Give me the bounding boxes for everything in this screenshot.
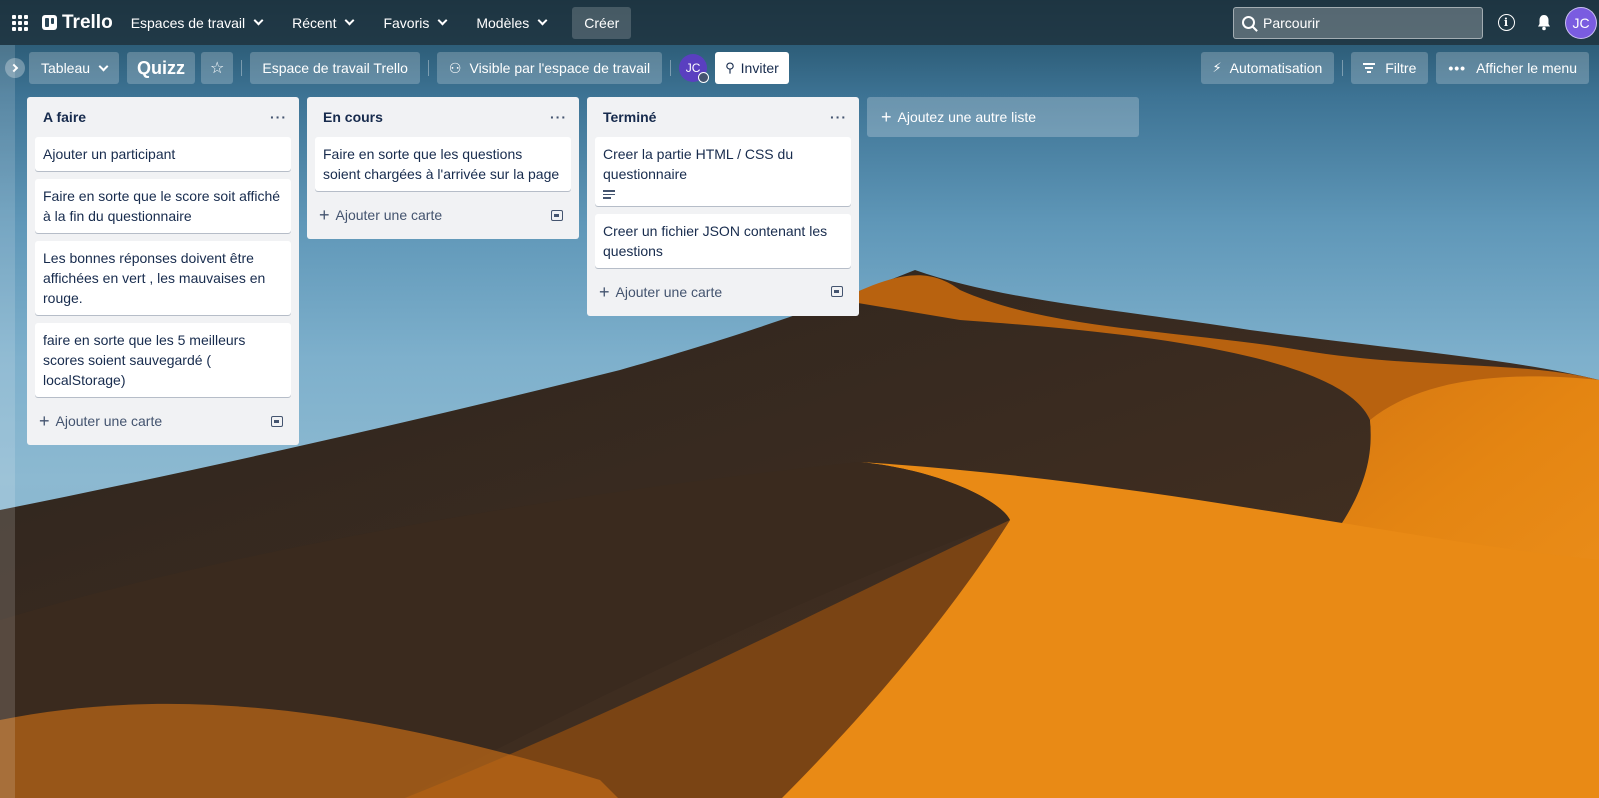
- trello-logo-icon: [42, 15, 57, 30]
- chevron-right-icon: [9, 63, 19, 73]
- add-card-row: + Ajouter une carte: [595, 276, 851, 308]
- bell-icon: [1538, 15, 1550, 31]
- plus-icon: +: [319, 205, 330, 225]
- notifications-button[interactable]: [1529, 8, 1559, 38]
- info-button[interactable]: i: [1491, 8, 1521, 38]
- bolt-icon: ⚡: [1212, 60, 1222, 75]
- card-title: Creer la partie HTML / CSS du questionna…: [603, 146, 794, 182]
- nav-workspaces-label: Espaces de travail: [130, 14, 246, 31]
- add-card-label: Ajouter une carte: [615, 283, 723, 300]
- search-input[interactable]: Parcourir: [1233, 6, 1483, 39]
- card[interactable]: faire en sorte que les 5 meilleurs score…: [35, 323, 291, 397]
- chevron-down-icon: [437, 15, 448, 26]
- list-header: A faire ···: [35, 97, 291, 137]
- top-header: Trello Espaces de travail Récent Favoris…: [0, 0, 1599, 45]
- show-menu-button[interactable]: ••• Afficher le menu: [1436, 52, 1589, 84]
- search-icon: [1242, 16, 1255, 29]
- account-avatar[interactable]: JC: [1565, 6, 1597, 39]
- list-menu-icon[interactable]: ···: [270, 109, 287, 125]
- list-title[interactable]: Terminé: [603, 109, 656, 125]
- card[interactable]: Faire en sorte que les questions soient …: [315, 137, 571, 191]
- apps-grid-icon[interactable]: [10, 13, 30, 33]
- board-title[interactable]: Quizz: [127, 52, 196, 84]
- list-menu-icon[interactable]: ···: [550, 109, 567, 125]
- add-card-label: Ajouter une carte: [335, 207, 443, 223]
- filter-icon: [1363, 63, 1376, 73]
- chevron-down-icon: [537, 15, 548, 26]
- board-header-right: ⚡ Automatisation Filtre ••• Afficher le …: [1200, 52, 1589, 84]
- divider: [670, 60, 672, 76]
- trello-logo[interactable]: Trello: [42, 12, 113, 34]
- divider: [1342, 60, 1344, 76]
- workspace-button[interactable]: Espace de travail Trello: [250, 52, 420, 84]
- nav-templates[interactable]: Modèles: [464, 7, 558, 39]
- plus-icon: +: [881, 107, 892, 127]
- add-card-row: + Ajouter une carte: [315, 199, 571, 231]
- info-icon: i: [1497, 14, 1515, 31]
- person-add-icon: ⚲: [725, 60, 735, 75]
- filter-button[interactable]: Filtre: [1351, 52, 1429, 84]
- invite-button[interactable]: ⚲ Inviter: [715, 52, 789, 84]
- divider: [427, 60, 429, 76]
- list-title[interactable]: En cours: [323, 109, 383, 125]
- nav-recent-label: Récent: [292, 14, 337, 31]
- people-icon: ⚇: [448, 59, 462, 76]
- list-done: Terminé ··· Creer la partie HTML / CSS d…: [587, 97, 859, 316]
- more-dots-icon: •••: [1448, 60, 1467, 76]
- add-card-button[interactable]: + Ajouter une carte: [39, 412, 162, 430]
- sidebar-expand-button[interactable]: [5, 58, 25, 78]
- star-icon: ☆: [210, 60, 225, 77]
- card[interactable]: Les bonnes réponses doivent être affiché…: [35, 241, 291, 315]
- list-header: En cours ···: [315, 97, 571, 137]
- automation-label: Automatisation: [1229, 60, 1323, 76]
- invite-label: Inviter: [740, 60, 779, 76]
- add-list-button[interactable]: + Ajoutez une autre liste: [867, 97, 1139, 137]
- chevron-down-icon: [98, 61, 109, 71]
- visibility-button[interactable]: ⚇ Visible par l'espace de travail: [436, 52, 663, 84]
- list-todo: A faire ··· Ajouter un participant Faire…: [27, 97, 299, 445]
- add-card-button[interactable]: + Ajouter une carte: [319, 206, 442, 224]
- list-header: Terminé ···: [595, 97, 851, 137]
- card-template-icon[interactable]: [551, 209, 563, 221]
- card-template-icon[interactable]: [831, 286, 843, 297]
- automation-button[interactable]: ⚡ Automatisation: [1200, 52, 1335, 84]
- description-icon: [603, 190, 615, 199]
- nav-recent[interactable]: Récent: [280, 7, 365, 39]
- view-switcher[interactable]: Tableau: [29, 52, 120, 84]
- nav-workspaces[interactable]: Espaces de travail: [119, 7, 274, 39]
- chevron-down-icon: [345, 15, 355, 26]
- left-edge-strip: [0, 45, 15, 798]
- member-avatar[interactable]: JC: [679, 54, 710, 83]
- show-menu-label: Afficher le menu: [1476, 60, 1577, 76]
- star-button[interactable]: ☆: [201, 52, 234, 84]
- list-menu-icon[interactable]: ···: [830, 109, 847, 125]
- nav-starred[interactable]: Favoris: [371, 7, 458, 39]
- search-placeholder: Parcourir: [1263, 14, 1320, 31]
- view-label: Tableau: [41, 60, 91, 76]
- add-card-row: + Ajouter une carte: [35, 405, 291, 437]
- nav-starred-label: Favoris: [383, 14, 430, 31]
- add-card-label: Ajouter une carte: [55, 413, 163, 429]
- card[interactable]: Creer la partie HTML / CSS du questionna…: [595, 137, 851, 206]
- add-card-button[interactable]: + Ajouter une carte: [599, 283, 722, 301]
- card[interactable]: Faire en sorte que le score soit affiché…: [35, 179, 291, 233]
- divider: [241, 60, 243, 76]
- card[interactable]: Ajouter un participant: [35, 137, 291, 171]
- add-list-label: Ajoutez une autre liste: [897, 109, 1037, 125]
- list-title[interactable]: A faire: [43, 109, 86, 125]
- create-button[interactable]: Créer: [572, 6, 632, 39]
- chevron-down-icon: [253, 15, 264, 26]
- plus-icon: +: [599, 281, 610, 302]
- visibility-label: Visible par l'espace de travail: [469, 60, 651, 76]
- list-in-progress: En cours ··· Faire en sorte que les ques…: [307, 97, 579, 239]
- plus-icon: +: [39, 411, 50, 431]
- card[interactable]: Creer un fichier JSON contenant les ques…: [595, 213, 851, 268]
- filter-label: Filtre: [1385, 60, 1417, 76]
- board-header: Tableau Quizz ☆ Espace de travail Trello…: [0, 45, 1599, 91]
- card-template-icon[interactable]: [271, 415, 283, 427]
- header-right: Parcourir i JC: [1233, 6, 1599, 39]
- nav-templates-label: Modèles: [476, 14, 530, 31]
- logo-text: Trello: [62, 11, 113, 33]
